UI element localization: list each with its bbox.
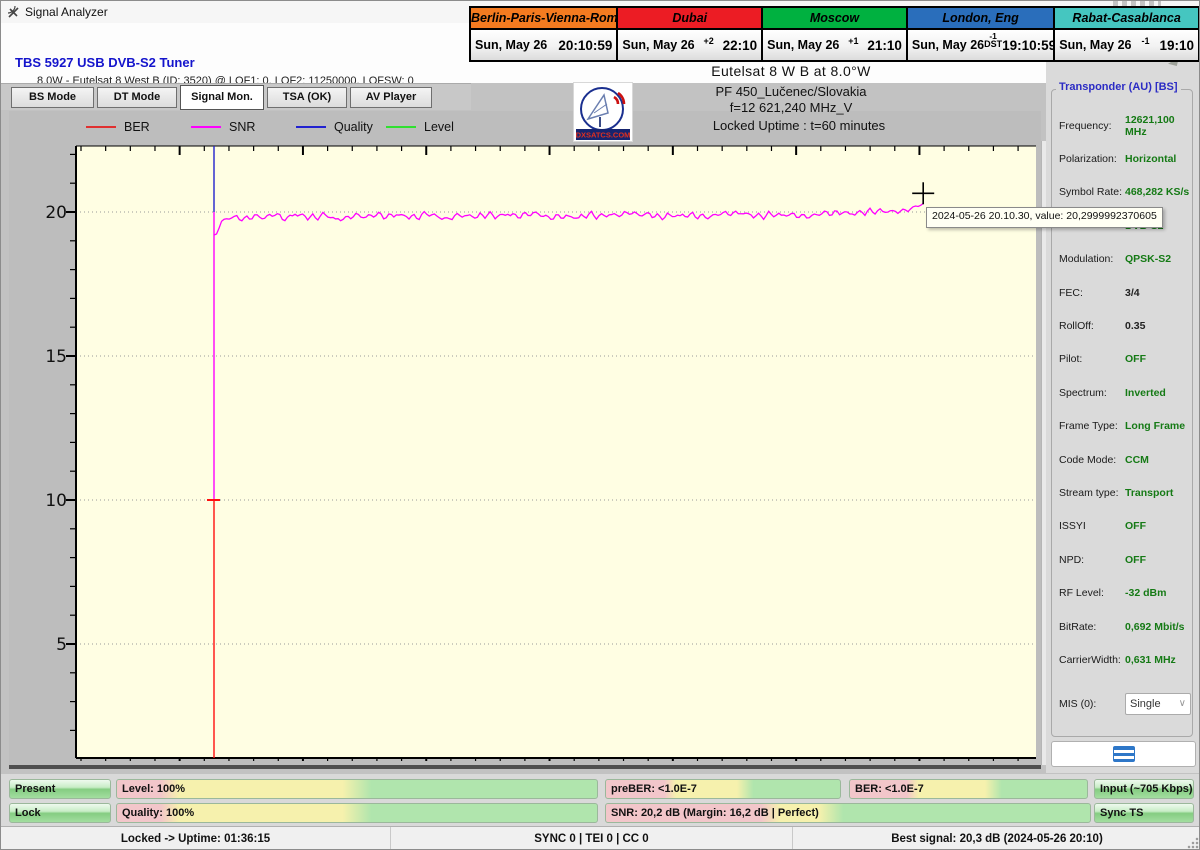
status-best-signal: Best signal: 20,3 dB (2024-05-26 20:10) — [793, 827, 1200, 850]
clock-date: Sun, May 26 — [1059, 38, 1131, 52]
clock-date: Sun, May 26 — [912, 38, 984, 52]
svg-text:10: 10 — [45, 491, 67, 511]
tab-bs-mode[interactable]: BS Mode — [11, 87, 94, 108]
chart-tooltip: 2024-05-26 20.10.30, value: 20,299999237… — [926, 207, 1163, 228]
mis-dropdown[interactable]: Single ∨ — [1125, 693, 1191, 715]
transponder-panel: Transponder (AU) [BS] Frequency:12621,10… — [1046, 59, 1200, 773]
svg-text:5: 5 — [56, 635, 67, 655]
transponder-group-title: Transponder (AU) [BS] — [1056, 81, 1181, 93]
clock-time: 19:10 — [1159, 38, 1194, 53]
transponder-list-button[interactable] — [1051, 741, 1196, 767]
svg-text:DXSATCS.COM: DXSATCS.COM — [576, 131, 631, 140]
row-frame-type: Frame Type:Long Frame — [1059, 410, 1191, 443]
tab-av-player[interactable]: AV Player — [350, 87, 432, 108]
mode-tab-strip: BS Mode DT Mode Signal Mon. TSA (OK) AV … — [1, 83, 471, 110]
clock-time: 22:10 — [723, 38, 758, 53]
row-modulation: Modulation:QPSK-S2 — [1059, 243, 1191, 276]
clock-date: Sun, May 26 — [622, 38, 694, 52]
row-code-mode: Code Mode:CCM — [1059, 443, 1191, 476]
signal-analyzer-window: Signal Analyzer TBS 5927 USB DVB-S2 Tune… — [0, 0, 1200, 850]
row-pilot: Pilot:OFF — [1059, 343, 1191, 376]
clock-time: 20:10:59 — [558, 38, 612, 53]
clock-moscow: Moscow Sun, May 26 +1 21:10 — [763, 8, 908, 60]
world-clocks: Berlin-Paris-Vienna-Roma Sun, May 26 20:… — [469, 6, 1200, 62]
clock-dubai: Dubai Sun, May 26 +2 22:10 — [618, 8, 763, 60]
clock-berlin: Berlin-Paris-Vienna-Roma Sun, May 26 20:… — [471, 8, 618, 60]
tab-dt-mode[interactable]: DT Mode — [97, 87, 177, 108]
transponder-rows: Frequency:12621,100 MHz Polarization:Hor… — [1059, 109, 1191, 719]
present-indicator: Present — [9, 779, 111, 799]
dxsatcs-logo: DXSATCS.COM — [574, 83, 632, 141]
site-title: PF 450_Lučenec/Slovakia — [591, 84, 991, 99]
tuner-name: TBS 5927 USB DVB-S2 Tuner — [15, 55, 195, 70]
row-npd: NPD:OFF — [1059, 543, 1191, 576]
status-sync: SYNC 0 | TEI 0 | CC 0 — [391, 827, 793, 850]
quality-bar: Quality: 100% — [116, 803, 598, 823]
svg-text:20: 20 — [45, 203, 67, 223]
lock-indicator: Lock — [9, 803, 111, 823]
signal-chart-widget: BER SNR Quality Level Locked Uptime : t=… — [9, 111, 1041, 769]
svg-text:15: 15 — [45, 347, 67, 367]
row-carrier-width: CarrierWidth:0,631 MHz — [1059, 643, 1191, 676]
clock-time: 19:10:59 — [1002, 38, 1056, 53]
clock-offset: +1 — [839, 36, 867, 46]
row-bitrate: BitRate:0,692 Mbit/s — [1059, 610, 1191, 643]
row-issyi: ISSYIOFF — [1059, 510, 1191, 543]
level-bar: Level: 100% — [116, 779, 598, 799]
clock-city-label: Berlin-Paris-Vienna-Roma — [471, 8, 616, 30]
snr-bar: SNR: 20,2 dB (Margin: 16,2 dB | Perfect) — [605, 803, 1091, 823]
list-icon — [1113, 746, 1135, 762]
satellite-title: Eutelsat 8 W B at 8.0°W — [591, 63, 991, 79]
preber-bar: preBER: <1.0E-7 — [605, 779, 841, 799]
input-indicator: Input (~705 Kbps) — [1094, 779, 1194, 799]
clock-city-label: Moscow — [763, 8, 906, 30]
syncts-indicator: Sync TS — [1094, 803, 1194, 823]
clock-rabat: Rabat-Casablanca Sun, May 26 -1 19:10 — [1055, 8, 1198, 60]
clock-dst-offset: -1DST — [984, 33, 1002, 48]
clock-city-label: Dubai — [618, 8, 761, 30]
status-uptime: Locked -> Uptime: 01:36:15 — [1, 827, 391, 850]
row-spectrum: Spectrum:Inverted — [1059, 376, 1191, 409]
row-symbol-rate: Symbol Rate:468,282 KS/s — [1059, 176, 1191, 209]
clock-city-label: London, Eng — [908, 8, 1053, 30]
row-rolloff: RollOff:0.35 — [1059, 309, 1191, 342]
clock-date: Sun, May 26 — [767, 38, 839, 52]
clock-offset: -1 — [1132, 36, 1160, 46]
clock-time: 21:10 — [867, 38, 902, 53]
signal-chart[interactable]: 5 10 15 20 — [9, 111, 1041, 761]
row-fec: FEC:3/4 — [1059, 276, 1191, 309]
clock-offset: +2 — [695, 36, 723, 46]
tab-signal-mon[interactable]: Signal Mon. — [180, 85, 264, 110]
chevron-down-icon: ∨ — [1179, 694, 1186, 714]
row-mis: MIS (0): Single ∨ — [1059, 689, 1191, 719]
status-bars-area: Present Level: 100% preBER: <1.0E-7 BER:… — [1, 773, 1200, 827]
clock-date: Sun, May 26 — [475, 38, 547, 52]
row-stream-type: Stream type:Transport — [1059, 476, 1191, 509]
clock-city-label: Rabat-Casablanca — [1055, 8, 1198, 30]
frequency-title: f=12 621,240 MHz_V — [591, 100, 991, 115]
status-bar: Locked -> Uptime: 01:36:15 SYNC 0 | TEI … — [1, 826, 1200, 850]
clock-london: London, Eng Sun, May 26 -1DST 19:10:59 — [908, 8, 1055, 60]
row-rf-level: RF Level:-32 dBm — [1059, 576, 1191, 609]
resize-grip[interactable] — [1187, 837, 1199, 849]
satellite-dish-icon — [7, 5, 21, 19]
window-title: Signal Analyzer — [25, 5, 108, 19]
row-polarization: Polarization:Horizontal — [1059, 142, 1191, 175]
tab-tsa[interactable]: TSA (OK) — [267, 87, 347, 108]
ber-bar: BER: <1.0E-7 — [849, 779, 1088, 799]
row-frequency: Frequency:12621,100 MHz — [1059, 109, 1191, 142]
